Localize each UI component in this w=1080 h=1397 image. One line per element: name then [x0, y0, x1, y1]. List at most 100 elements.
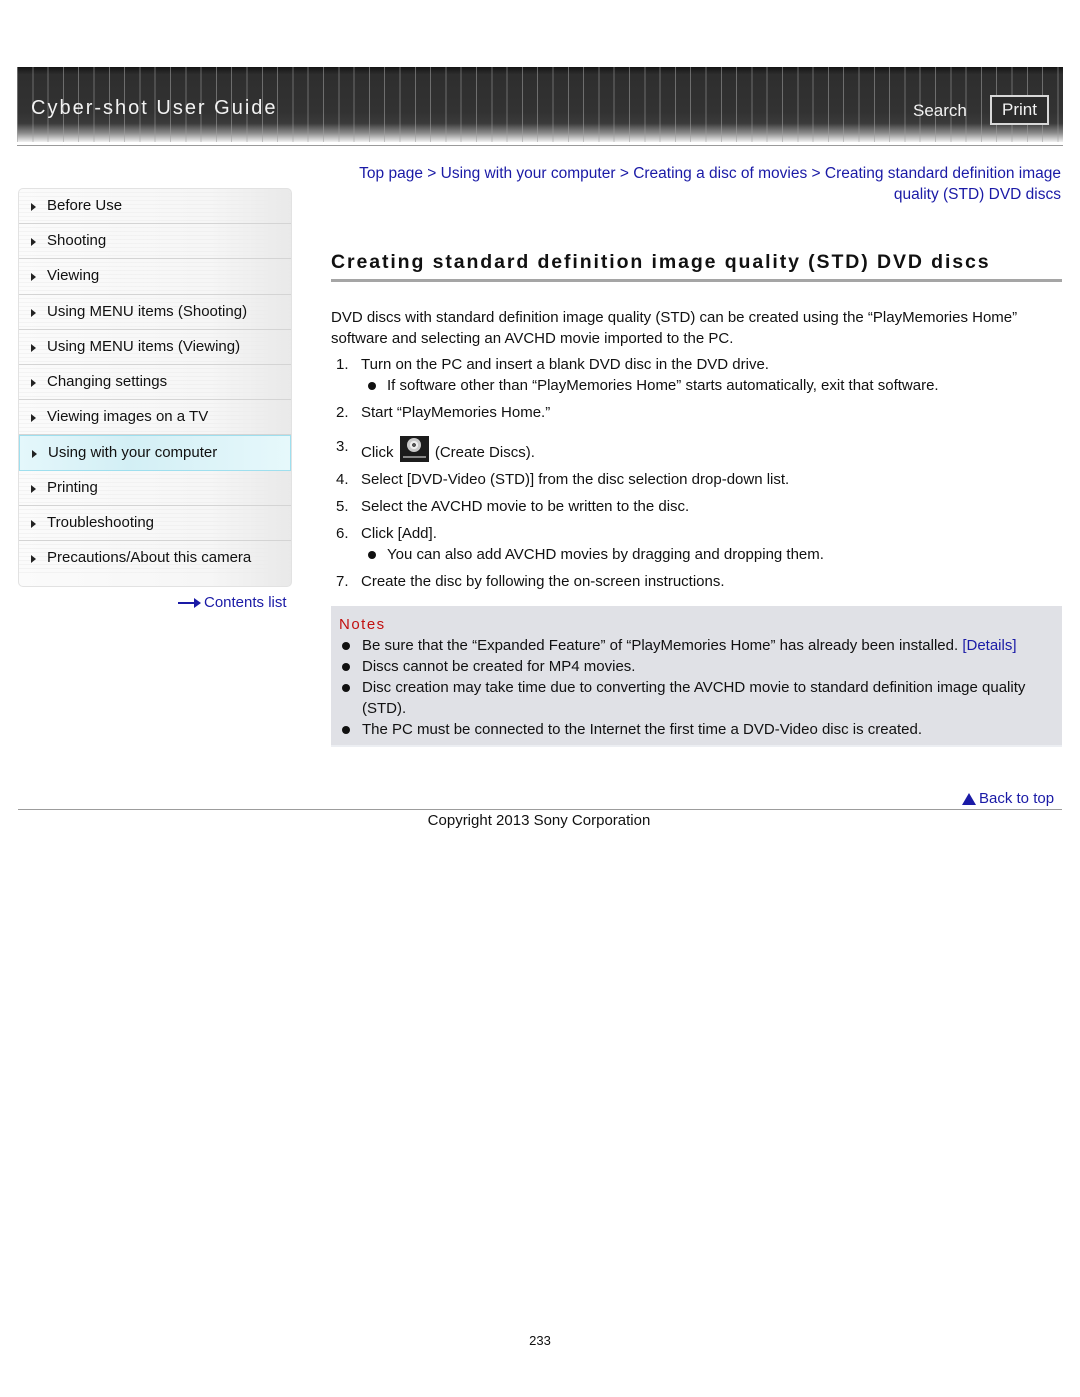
- step-text: Turn on the PC and insert a blank DVD di…: [361, 356, 769, 373]
- sidebar-item-precautions[interactable]: Precautions/About this camera: [19, 540, 291, 577]
- step-number: 6.: [336, 525, 349, 542]
- step-item: 4. Select [DVD-Video (STD)] from the dis…: [336, 469, 1062, 490]
- triangle-right-icon: [31, 414, 36, 423]
- bullet-icon: [342, 684, 350, 692]
- sidebar-item-viewing-tv[interactable]: Viewing images on a TV: [19, 400, 291, 436]
- app-title: Cyber-shot User Guide: [31, 97, 278, 119]
- page-number: 233: [529, 1333, 551, 1348]
- note-text: Discs cannot be created for MP4 movies.: [362, 658, 636, 675]
- sidebar-item-label: Using MENU items (Shooting): [47, 302, 248, 320]
- header-divider: [17, 145, 1063, 146]
- triangle-right-icon: [31, 273, 36, 282]
- triangle-right-icon: [31, 484, 36, 493]
- triangle-up-icon: [962, 792, 976, 805]
- step-number: 3.: [336, 438, 349, 455]
- note-item: Be sure that the “Expanded Feature” of “…: [339, 635, 1059, 656]
- step-sub-text: You can also add AVCHD movies by draggin…: [387, 546, 824, 563]
- step-text: Select [DVD-Video (STD)] from the disc s…: [361, 471, 790, 488]
- note-item: Discs cannot be created for MP4 movies.: [339, 656, 1059, 677]
- sidebar-item-label: Shooting: [47, 232, 107, 250]
- step-number: 5.: [336, 498, 349, 515]
- sidebar-item-label: Using MENU items (Viewing): [47, 337, 241, 355]
- notes-title: Notes: [339, 616, 386, 633]
- note-text: The PC must be connected to the Internet…: [362, 721, 922, 738]
- breadcrumb-separator: >: [427, 165, 437, 182]
- step-text: Create the disc by following the on-scre…: [361, 573, 725, 590]
- sidebar-item-label: Before Use: [47, 197, 123, 214]
- step-item: 2. Start “PlayMemories Home.”: [336, 402, 1062, 423]
- triangle-right-icon: [31, 238, 36, 247]
- header-bar: Cyber-shot User Guide Search Print: [17, 67, 1063, 142]
- step-item: 7. Create the disc by following the on-s…: [336, 571, 1062, 592]
- details-link[interactable]: [Details]: [962, 637, 1016, 654]
- note-text: Disc creation may take time due to conve…: [362, 679, 1026, 717]
- bullet-icon: [342, 726, 350, 734]
- notes-box: Notes Be sure that the “Expanded Feature…: [331, 606, 1062, 747]
- step-text: Click [Add].: [361, 525, 437, 542]
- sidebar-item-before-use[interactable]: Before Use: [19, 189, 291, 225]
- step-number: 2.: [336, 404, 349, 421]
- sidebar-item-changing-settings[interactable]: Changing settings: [19, 364, 291, 401]
- note-text: Be sure that the “Expanded Feature” of “…: [362, 637, 959, 654]
- triangle-right-icon: [31, 378, 36, 387]
- sidebar-item-label: Viewing: [47, 267, 100, 285]
- sidebar-item-label: Precautions/About this camera: [47, 548, 252, 566]
- notes-list: Be sure that the “Expanded Feature” of “…: [339, 635, 1059, 740]
- sidebar-item-shooting[interactable]: Shooting: [19, 224, 291, 260]
- step-text-before: Click: [361, 444, 394, 461]
- step-sub-item: You can also add AVCHD movies by draggin…: [361, 544, 1062, 565]
- sidebar-item-label: Changing settings: [47, 372, 168, 390]
- sidebar-item-label: Printing: [47, 478, 98, 496]
- sidebar-item-printing[interactable]: Printing: [19, 470, 291, 506]
- bullet-icon: [368, 551, 376, 559]
- sidebar-item-using-computer[interactable]: Using with your computer: [19, 435, 291, 471]
- triangle-right-icon: [31, 554, 36, 563]
- create-discs-icon: [399, 436, 429, 462]
- step-item: 6. Click [Add].: [336, 523, 1062, 544]
- breadcrumb-top-page[interactable]: Top page: [359, 165, 423, 182]
- step-sub-item: If software other than “PlayMemories Hom…: [361, 375, 1062, 396]
- back-to-top-link[interactable]: Back to top: [962, 790, 1054, 807]
- note-item: The PC must be connected to the Internet…: [339, 719, 1059, 740]
- step-text: Start “PlayMemories Home.”: [361, 404, 551, 421]
- contents-list-label: Contents list: [204, 594, 287, 611]
- step-item: 1. Turn on the PC and insert a blank DVD…: [336, 354, 1062, 375]
- contents-list-link[interactable]: Contents list: [178, 594, 287, 611]
- sidebar-item-label: Using with your computer: [48, 444, 218, 462]
- breadcrumb: Top page > Using with your computer > Cr…: [335, 163, 1061, 205]
- step-item: 3. Click (Create Discs).: [336, 436, 1062, 463]
- triangle-right-icon: [32, 450, 37, 459]
- print-button[interactable]: Print: [990, 95, 1049, 125]
- sidebar-item-menu-shooting[interactable]: Using MENU items (Shooting): [19, 294, 291, 330]
- title-divider: [331, 279, 1062, 282]
- sidebar-item-troubleshooting[interactable]: Troubleshooting: [19, 505, 291, 541]
- sidebar-item-label: Viewing images on a TV: [47, 408, 209, 426]
- sidebar-item-label: Troubleshooting: [47, 513, 155, 531]
- note-item: Disc creation may take time due to conve…: [339, 677, 1059, 719]
- step-text: Select the AVCHD movie to be written to …: [361, 498, 690, 515]
- sidebar-nav: Before Use Shooting Viewing Using MENU i…: [18, 188, 292, 587]
- step-text-after: (Create Discs).: [434, 444, 535, 461]
- sidebar-item-viewing[interactable]: Viewing: [19, 259, 291, 295]
- step-sub-text: If software other than “PlayMemories Hom…: [387, 377, 939, 394]
- back-to-top-label: Back to top: [979, 790, 1055, 807]
- copyright-text: Copyright 2013 Sony Corporation: [427, 812, 651, 829]
- triangle-right-icon: [31, 519, 36, 528]
- footer-divider: [18, 809, 1062, 810]
- step-item: 5. Select the AVCHD movie to be written …: [336, 496, 1062, 517]
- step-number: 7.: [336, 573, 349, 590]
- breadcrumb-current-page[interactable]: Creating standard definition image quali…: [825, 165, 1061, 203]
- breadcrumb-using-computer[interactable]: Using with your computer: [441, 165, 616, 182]
- breadcrumb-separator: >: [619, 165, 629, 182]
- step-number: 4.: [336, 471, 349, 488]
- sidebar-item-menu-viewing[interactable]: Using MENU items (Viewing): [19, 329, 291, 365]
- bullet-icon: [342, 663, 350, 671]
- intro-paragraph: DVD discs with standard definition image…: [331, 309, 1018, 347]
- triangle-right-icon: [31, 308, 36, 317]
- steps-list: 1. Turn on the PC and insert a blank DVD…: [336, 354, 1062, 592]
- arrow-right-icon: [178, 597, 202, 608]
- search-link[interactable]: Search: [913, 101, 967, 121]
- breadcrumb-separator: >: [811, 165, 821, 182]
- breadcrumb-creating-disc[interactable]: Creating a disc of movies: [633, 165, 807, 182]
- bullet-icon: [342, 642, 350, 650]
